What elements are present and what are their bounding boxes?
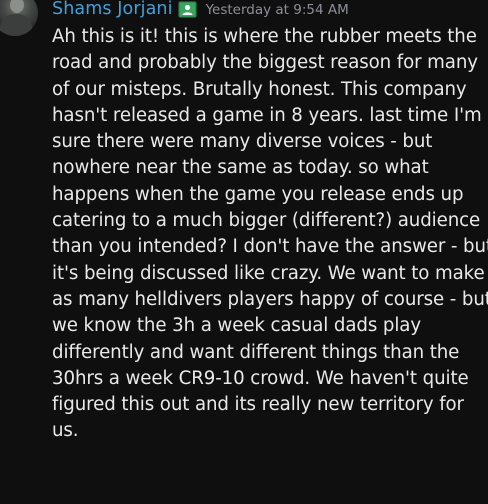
message-line: happens when the game you release ends u… <box>52 183 464 205</box>
avatar-head <box>10 0 24 13</box>
message-content: Ah this is it! this is where the rubber … <box>52 24 488 445</box>
message-line: of our misteps. Brutally honest. This co… <box>52 78 467 100</box>
message-line: nowhere near the same as today. so what <box>52 157 429 179</box>
message-header: Shams Jorjani Yesterday at 9:54 AM <box>52 0 349 19</box>
avatar-shoulders <box>0 14 32 36</box>
author-name[interactable]: Shams Jorjani <box>52 0 173 19</box>
message-line: sure there were many diverse voices - bu… <box>52 131 433 153</box>
message-line: Ah this is it! this is where the rubber … <box>52 26 477 47</box>
message-line: catering to a much bigger (different?) a… <box>52 210 481 232</box>
message-line: hasn't released a game in 8 years. last … <box>52 104 482 126</box>
avatar[interactable] <box>0 0 38 36</box>
message-line: as many helldivers players happy of cour… <box>52 288 488 310</box>
message-line: figured this out and its really new terr… <box>52 394 464 416</box>
message-timestamp[interactable]: Yesterday at 9:54 AM <box>206 2 349 18</box>
message-line: we know the 3h a week casual dads play <box>52 315 422 337</box>
message-line: us. <box>52 420 79 442</box>
user-badge-icon[interactable] <box>178 1 197 18</box>
message-line: road and probably the biggest reason for… <box>52 52 478 74</box>
chat-message: Shams Jorjani Yesterday at 9:54 AM Ah th… <box>0 0 488 504</box>
message-line: differently and want different things th… <box>52 341 460 363</box>
message-line: 30hrs a week CR9-10 crowd. We haven't qu… <box>52 367 469 389</box>
message-line: it's being discussed like crazy. We want… <box>52 262 485 284</box>
message-line: than you intended? I don't have the answ… <box>52 236 488 258</box>
